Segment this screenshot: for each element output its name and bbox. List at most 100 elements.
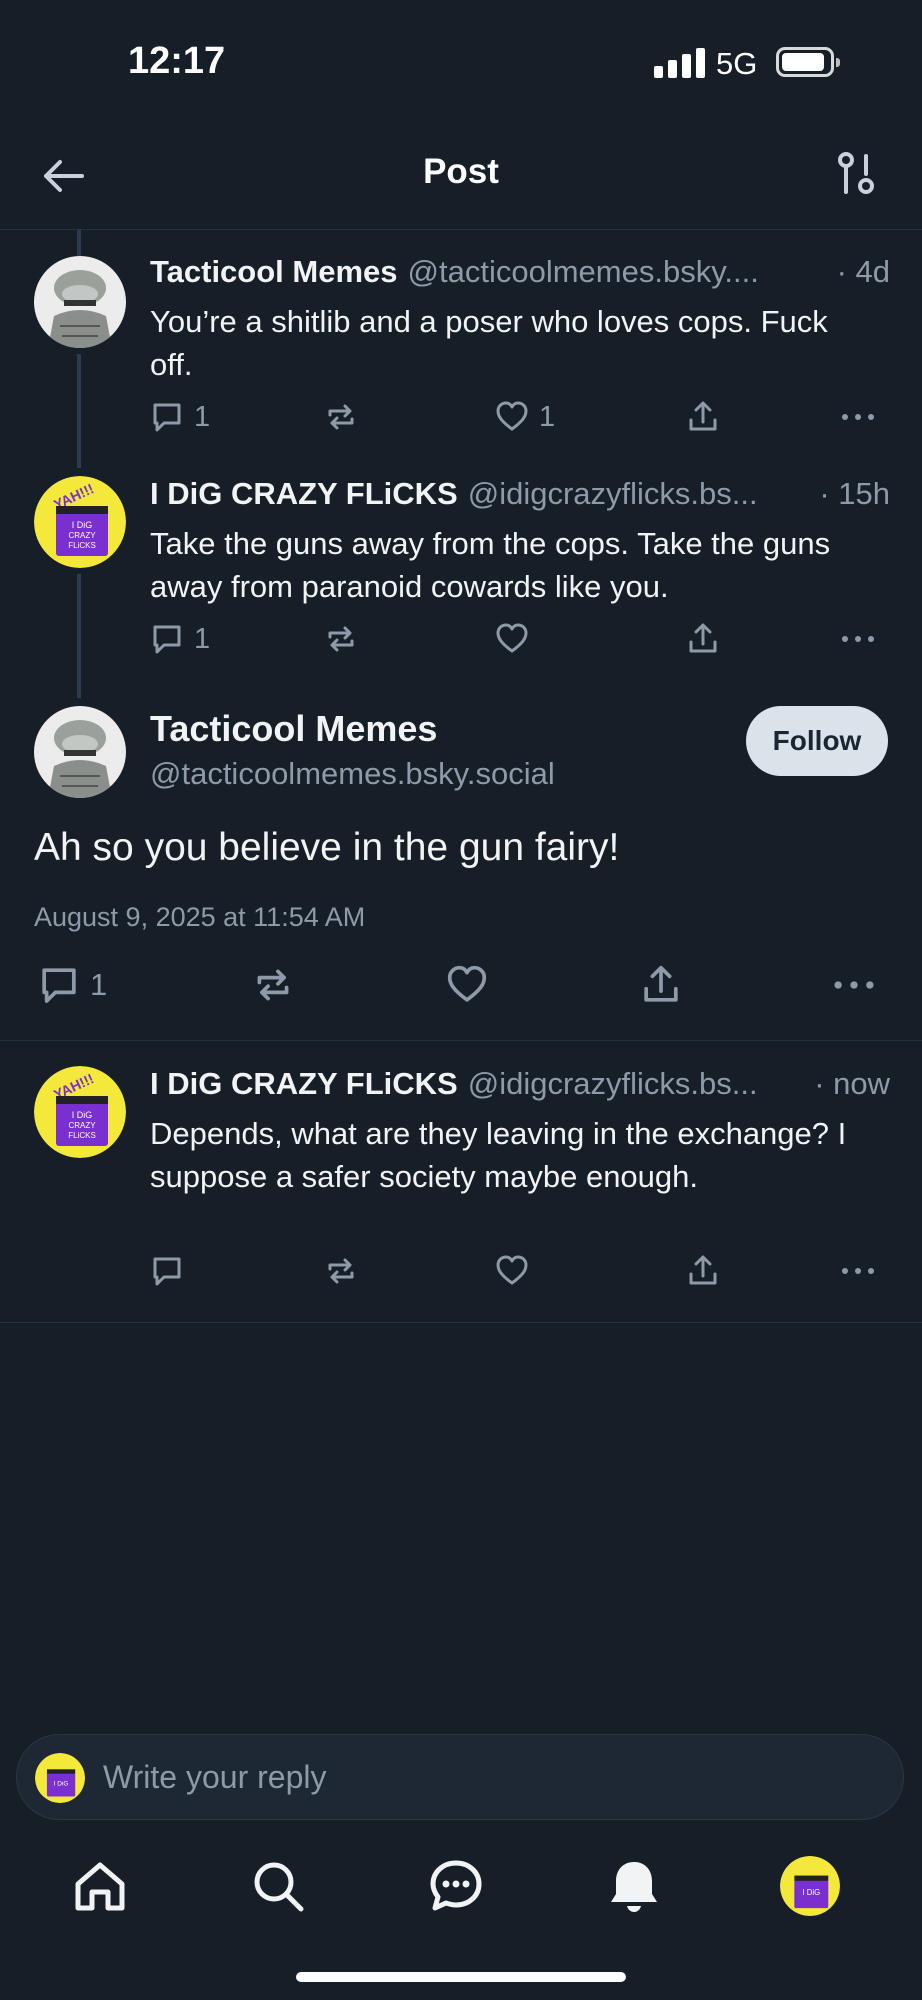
repost-icon [328, 626, 354, 652]
post-actions: 1 [0, 622, 922, 662]
svg-text:I DiG: I DiG [802, 1888, 820, 1897]
reply-button[interactable]: 1 [150, 622, 210, 656]
share-button[interactable] [686, 400, 720, 434]
tab-profile[interactable]: I DiG [778, 1854, 842, 1918]
divider [0, 1040, 922, 1041]
home-icon [75, 1862, 125, 1911]
tab-home[interactable] [68, 1854, 132, 1918]
reply-count: 1 [90, 967, 108, 1002]
thread-line [77, 230, 81, 256]
like-button[interactable] [446, 964, 488, 1006]
reply-icon [42, 968, 76, 1003]
more-button[interactable] [832, 964, 876, 1006]
author-name[interactable]: I DiG CRAZY FLiCKS [150, 1066, 458, 1102]
avatar[interactable]: YAH!!! I DiG CRAZY FLiCKS [34, 1066, 126, 1158]
svg-text:CRAZY: CRAZY [68, 531, 96, 540]
reply-composer[interactable]: I DiG [16, 1734, 904, 1820]
avatar: I DiG [35, 1753, 85, 1803]
network-label: 5G [716, 46, 758, 81]
svg-text:FLiCKS: FLiCKS [68, 541, 96, 550]
bell-icon [611, 1862, 657, 1912]
signal-icon [654, 48, 705, 78]
search-icon [254, 1862, 304, 1912]
tab-search[interactable] [246, 1854, 310, 1918]
main-post-date: August 9, 2025 at 11:54 AM [34, 902, 366, 932]
avatar[interactable]: YAH!!! I DiG CRAZY FLiCKS [34, 476, 126, 568]
tab-chat[interactable] [424, 1854, 488, 1918]
post-actions [0, 1254, 922, 1294]
like-button[interactable] [495, 622, 529, 656]
post-text: Depends, what are they leaving in the ex… [150, 1116, 847, 1194]
reply-button[interactable] [150, 1254, 184, 1288]
heart-icon [496, 623, 528, 653]
avatar[interactable] [34, 256, 126, 348]
author-handle[interactable]: @idigcrazyflicks.bs... [468, 1066, 806, 1102]
avatar[interactable] [34, 706, 126, 798]
tab-notifications[interactable] [602, 1854, 666, 1918]
status-bar: 12:17 5G [0, 0, 922, 120]
svg-text:FLiCKS: FLiCKS [68, 1131, 96, 1140]
divider [0, 1322, 922, 1323]
status-time: 12:17 [128, 40, 226, 82]
author-handle[interactable]: @tacticoolmemes.bsky.... [408, 254, 829, 290]
reply-icon [153, 1257, 181, 1286]
reply-button[interactable]: 1 [38, 964, 107, 1006]
main-post-text: Ah so you believe in the gun fairy! [34, 826, 620, 869]
repost-button[interactable] [324, 622, 358, 656]
repost-icon [328, 1258, 354, 1284]
main-post-actions: 1 [0, 964, 922, 1008]
post-time: · now [814, 1066, 890, 1101]
share-icon [644, 965, 678, 1002]
repost-button[interactable] [252, 964, 294, 1006]
chat-icon [430, 1860, 482, 1911]
more-icon [834, 981, 874, 989]
svg-text:I DiG: I DiG [72, 520, 93, 530]
author-handle[interactable]: @idigcrazyflicks.bs... [468, 476, 812, 512]
author-name[interactable]: Tacticool Memes [150, 254, 398, 290]
share-button[interactable] [640, 964, 682, 1006]
sliders-icon [838, 152, 874, 194]
heart-icon [496, 401, 528, 431]
svg-text:I DiG: I DiG [72, 1110, 93, 1120]
repost-button[interactable] [324, 400, 358, 434]
reply-icon [153, 403, 181, 432]
reply-count: 1 [194, 622, 211, 655]
post-text: You’re a shitlib and a poser who loves c… [150, 304, 828, 382]
main-author-handle[interactable]: @tacticoolmemes.bsky.social [150, 756, 555, 792]
post-time: · 4d [836, 254, 890, 289]
thread-settings-button[interactable] [836, 150, 878, 198]
more-button[interactable] [840, 400, 876, 434]
more-icon [842, 1268, 874, 1274]
more-icon [842, 414, 874, 420]
reply-button[interactable]: 1 [150, 400, 210, 434]
repost-icon [257, 969, 289, 1001]
more-icon [842, 636, 874, 642]
author-name[interactable]: I DiG CRAZY FLiCKS [150, 476, 458, 512]
repost-icon [328, 404, 354, 430]
repost-button[interactable] [324, 1254, 358, 1288]
like-count: 1 [539, 400, 556, 433]
follow-button[interactable]: Follow [746, 706, 888, 776]
like-button[interactable] [495, 1254, 529, 1288]
share-icon [689, 401, 717, 431]
main-author-name[interactable]: Tacticool Memes [150, 708, 437, 750]
more-button[interactable] [840, 1254, 876, 1288]
share-icon [689, 1255, 717, 1285]
share-icon [689, 623, 717, 653]
share-button[interactable] [686, 622, 720, 656]
reply-count: 1 [194, 400, 211, 433]
more-button[interactable] [840, 622, 876, 656]
reply-icon [153, 625, 181, 654]
home-indicator[interactable] [296, 1972, 626, 1982]
like-button[interactable]: 1 [495, 400, 555, 434]
svg-text:CRAZY: CRAZY [68, 1121, 96, 1130]
reply-input[interactable] [103, 1735, 863, 1819]
share-button[interactable] [686, 1254, 720, 1288]
post-text: Take the guns away from the cops. Take t… [150, 526, 831, 604]
battery-icon [776, 47, 840, 77]
svg-text:I DiG: I DiG [54, 1781, 69, 1788]
profile-avatar: I DiG [780, 1856, 840, 1916]
post-time: · 15h [819, 476, 890, 511]
tab-bar: I DiG [0, 1840, 922, 1960]
post-actions: 1 1 [0, 400, 922, 440]
